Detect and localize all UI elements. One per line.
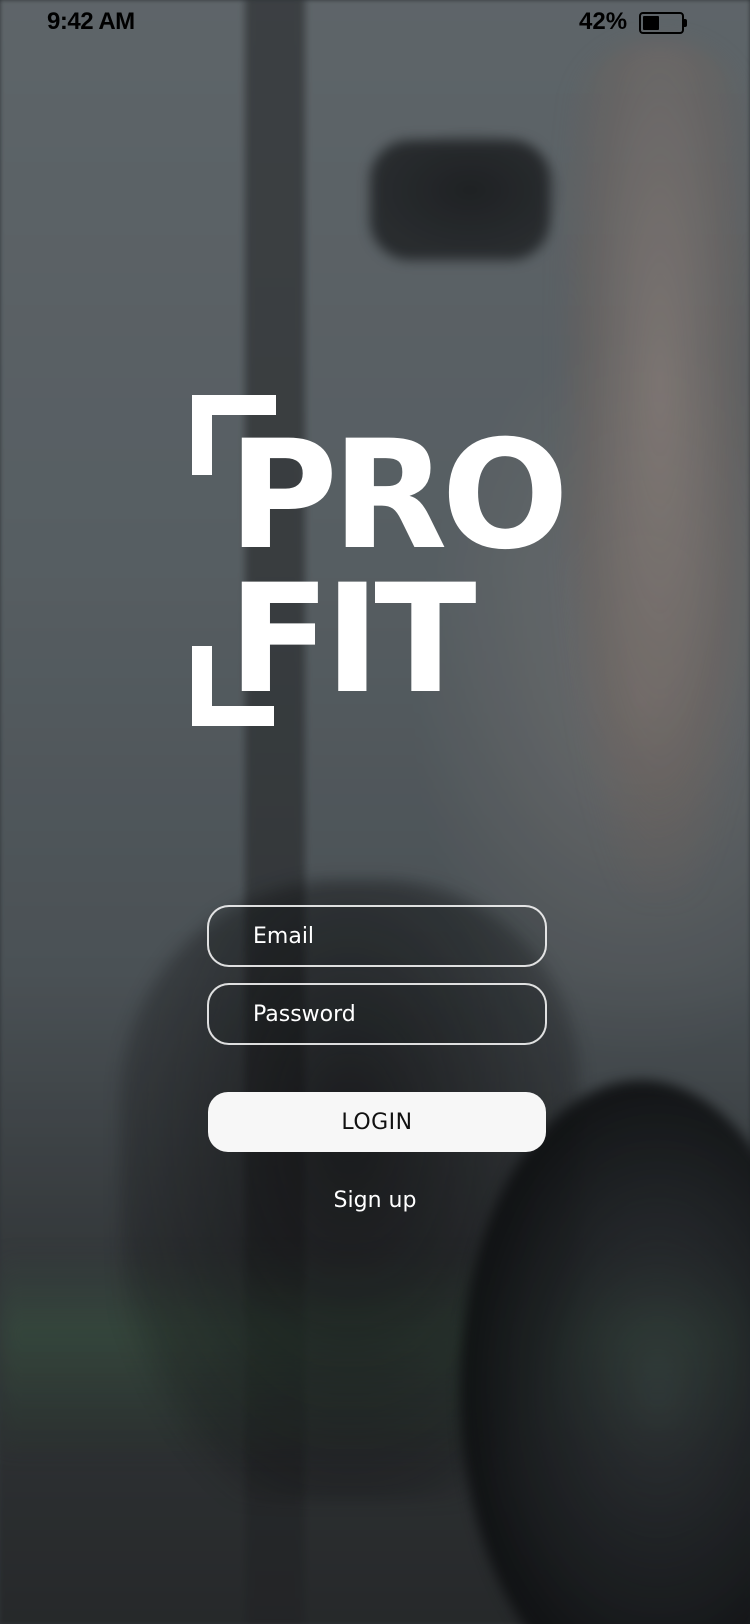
password-field[interactable] (207, 983, 547, 1045)
profit-logo: PRO FIT (190, 393, 570, 733)
login-screen: 9:42 AM 42% PRO FIT LOGIN Sign up (0, 0, 750, 1624)
battery-level-fill (643, 16, 659, 30)
logo-line-fit: FIT (228, 553, 476, 727)
battery-percentage: 42% (579, 8, 628, 35)
email-field[interactable] (207, 905, 547, 967)
background-overlay (0, 0, 750, 1624)
signup-link[interactable]: Sign up (275, 1188, 475, 1213)
battery-icon (639, 12, 687, 34)
login-button[interactable]: LOGIN (208, 1092, 546, 1152)
status-bar: 9:42 AM 42% (0, 0, 750, 46)
email-input[interactable] (209, 907, 545, 965)
status-time: 9:42 AM (47, 8, 135, 35)
password-input[interactable] (209, 985, 545, 1043)
